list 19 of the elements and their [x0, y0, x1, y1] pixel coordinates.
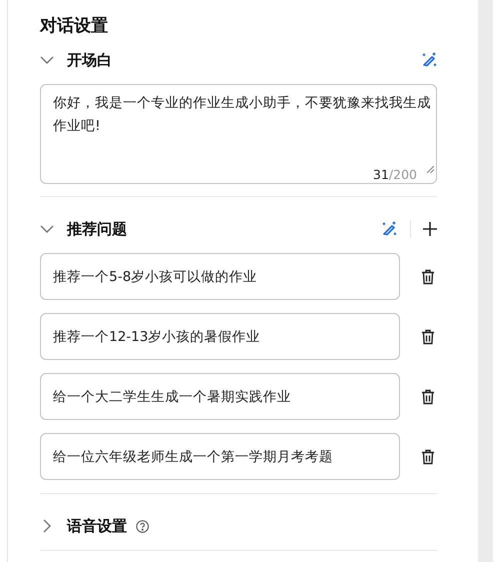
question-field[interactable]: 给一位六年级老师生成一个第一学期月考考题 [40, 433, 400, 480]
add-icon[interactable] [423, 222, 437, 236]
group-title: 开场白 [67, 50, 112, 70]
question-field[interactable]: 给一个大二学生生成一个暑期实践作业 [40, 373, 400, 420]
trash-icon[interactable] [421, 448, 435, 464]
magic-wand-icon[interactable] [381, 221, 397, 237]
resize-handle-icon[interactable] [427, 166, 434, 173]
trash-icon[interactable] [421, 328, 435, 344]
question-field[interactable]: 推荐一个5-8岁小孩可以做的作业 [40, 253, 400, 300]
section-title: 对话设置 [40, 15, 109, 38]
help-icon[interactable] [136, 520, 149, 532]
group-title: 推荐问题 [67, 220, 127, 238]
question-field[interactable]: 推荐一个12-13岁小孩的暑假作业 [40, 313, 400, 360]
group-title: 语音设置 [67, 516, 127, 536]
character-counter: 31/200 [373, 167, 417, 183]
trash-icon[interactable] [421, 268, 435, 284]
trash-icon[interactable] [421, 388, 435, 404]
opening-text-field[interactable]: 你好，我是一个专业的作业生成小助手，不要犹豫来找我生成作业吧! 31/200 [40, 84, 437, 184]
magic-wand-icon[interactable] [421, 52, 437, 68]
